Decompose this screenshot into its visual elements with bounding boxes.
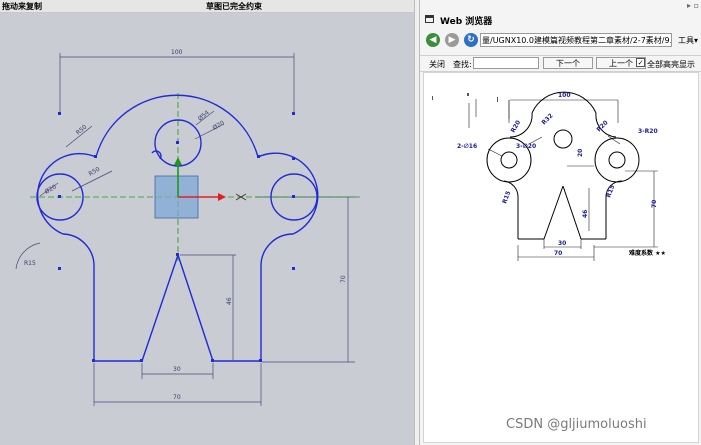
- ref-dim-r20-b: R20: [595, 119, 609, 133]
- find-close-button[interactable]: 关闭: [429, 59, 445, 70]
- ref-dim-20: 20: [577, 149, 584, 157]
- find-label: 查找:: [453, 60, 472, 69]
- find-bar: 关闭 查找: 下一个 上一个 ✓ 全部高亮显示: [420, 55, 701, 72]
- ref-dim-2d16: 2-∅16: [457, 143, 477, 150]
- ref-dim-30: 30: [558, 240, 566, 247]
- ref-dim-3d20: 3-∅20: [516, 143, 536, 150]
- dim-height-inner[interactable]: 46: [226, 297, 233, 305]
- url-address-field[interactable]: 量/UGNX10.0建模篇视频教程第二章素材/2-7素材/9.jpg: [480, 33, 672, 47]
- ref-dim-70-right: 70: [651, 200, 658, 208]
- find-input[interactable]: [473, 57, 539, 69]
- reference-specks: [432, 93, 498, 102]
- dim-left-dia[interactable]: Ø20: [44, 183, 58, 195]
- dim-width-bottom[interactable]: 70: [173, 394, 181, 401]
- x-axis-arrow-head: [218, 193, 226, 201]
- panel-pin-icon[interactable]: ▸ ▫: [687, 1, 699, 10]
- tools-menu-label: 工具: [678, 36, 694, 45]
- forward-arrow-icon[interactable]: ▶: [445, 33, 459, 47]
- find-next-button[interactable]: 下一个: [543, 57, 593, 69]
- ref-dim-100: 100: [558, 92, 571, 99]
- ref-difficulty: 难度系数 ★★: [628, 249, 666, 257]
- sketch-status-bar: 拖动来复制 草图已完全约束: [0, 0, 414, 13]
- web-browser-title-bar: Web 浏览器: [420, 12, 701, 30]
- ref-dim-r20-a: R20: [510, 119, 523, 134]
- ref-dim-r15-a: R15: [501, 190, 512, 205]
- web-browser-panel: ▸ ▫ Web 浏览器 ◀ ▶ ↻ 量/UGNX10.0建模篇视频教程第二章素材…: [420, 0, 701, 445]
- reference-outline: [486, 91, 640, 240]
- dim-width-top[interactable]: 100: [171, 49, 183, 56]
- highlight-all-checkbox[interactable]: ✓: [636, 58, 645, 67]
- dim-small-dia[interactable]: Ø20: [212, 119, 226, 131]
- browser-page-content[interactable]: 100 R20 R32 R20 3-R20 2-∅16 3-∅20 20 R15…: [423, 72, 699, 443]
- browser-nav-toolbar: ◀ ▶ ↻ 量/UGNX10.0建模篇视频教程第二章素材/2-7素材/9.jpg…: [420, 31, 701, 51]
- back-arrow-icon[interactable]: ◀: [426, 33, 440, 47]
- reference-drawing: 100 R20 R32 R20 3-R20 2-∅16 3-∅20 20 R15…: [432, 91, 666, 261]
- dimension-lines: [15, 53, 355, 406]
- reference-dimension-lines: [468, 99, 658, 261]
- dim-height-right[interactable]: 70: [340, 275, 347, 283]
- dim-big-dia[interactable]: Ø54: [197, 109, 211, 122]
- ref-dim-r15-b: R15: [605, 184, 616, 199]
- highlight-all-label: 全部高亮显示: [647, 60, 695, 69]
- dim-r-corner[interactable]: R15: [24, 260, 36, 267]
- sketch-drawing[interactable]: 100 R50 R50 Ø54 Ø20 Ø20 R15 70 46 30 70: [0, 13, 414, 445]
- fully-constrained-status: 草图已完全约束: [206, 2, 262, 11]
- sketch-canvas[interactable]: 100 R50 R50 Ø54 Ø20 Ø20 R15 70 46 30 70: [0, 13, 414, 445]
- dim-width-inner[interactable]: 30: [173, 366, 181, 373]
- dim-r-top[interactable]: R50: [88, 166, 102, 178]
- refresh-icon[interactable]: ↻: [464, 33, 478, 47]
- ref-dim-r32: R32: [540, 112, 554, 126]
- window-icon: [425, 15, 434, 23]
- web-browser-title: Web 浏览器: [440, 17, 493, 27]
- drag-copy-status: 拖动来复制: [2, 2, 42, 11]
- ref-dim-3r20: 3-R20: [638, 128, 658, 135]
- tools-menu[interactable]: 工具▾: [678, 35, 698, 46]
- ref-dim-46: 46: [582, 210, 589, 218]
- ref-dim-70-bottom: 70: [554, 250, 562, 257]
- csdn-watermark: CSDN @gljiumoluoshi: [506, 417, 647, 432]
- y-axis-arrow-head: [174, 157, 182, 165]
